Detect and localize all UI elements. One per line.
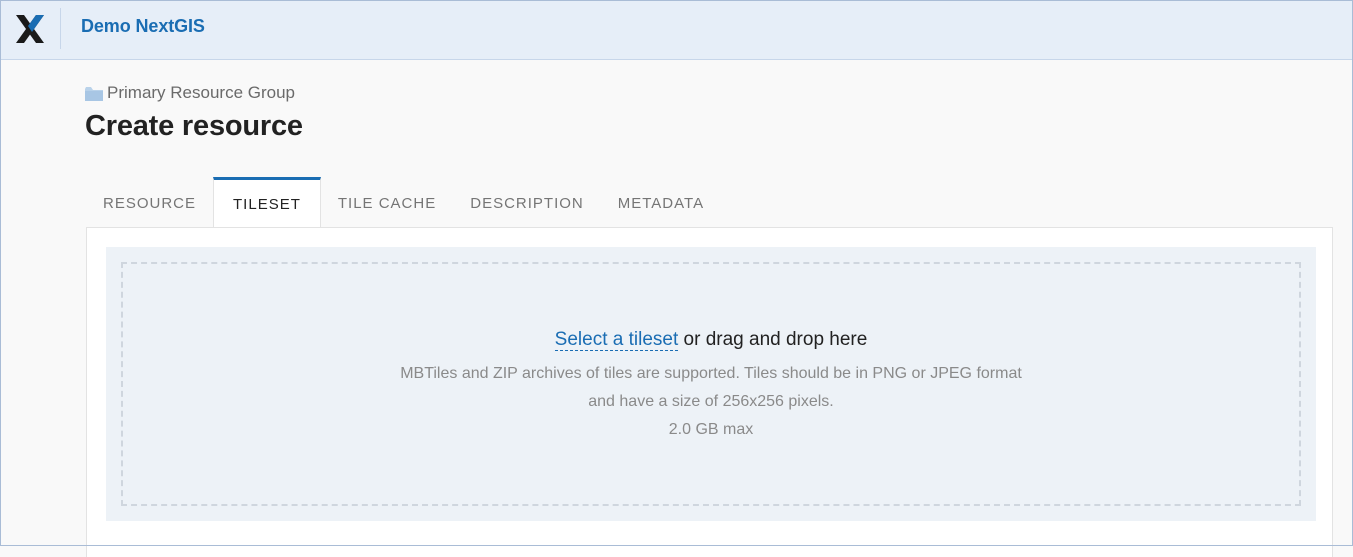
tab-tileset[interactable]: TILESET [213, 177, 321, 228]
tileset-tab-panel: Select a tileset or drag and drop here M… [86, 227, 1333, 557]
help-text-formats: MBTiles and ZIP archives of tiles are su… [400, 365, 1022, 382]
app-title-link[interactable]: Demo NextGIS [81, 16, 205, 37]
top-header: Demo NextGIS [1, 1, 1352, 60]
select-tileset-link[interactable]: Select a tileset [554, 329, 679, 351]
drop-zone-prompt: Select a tileset or drag and drop here [123, 329, 1299, 351]
tab-tile-cache[interactable]: TILE CACHE [321, 177, 453, 227]
resource-tabs: RESOURCE TILESET TILE CACHE DESCRIPTION … [86, 177, 721, 228]
breadcrumb: Primary Resource Group [85, 83, 295, 103]
nextgis-logo-icon[interactable] [15, 13, 45, 45]
header-divider [60, 8, 61, 49]
drop-zone-border: Select a tileset or drag and drop here M… [121, 262, 1301, 506]
breadcrumb-link-primary-resource-group[interactable]: Primary Resource Group [107, 83, 295, 103]
tab-resource[interactable]: RESOURCE [86, 177, 213, 227]
page-title: Create resource [85, 110, 303, 142]
tab-description[interactable]: DESCRIPTION [453, 177, 601, 227]
tab-metadata[interactable]: METADATA [601, 177, 721, 227]
max-size-text: 2.0 GB max [668, 421, 754, 438]
folder-icon [85, 86, 103, 101]
file-drop-zone[interactable]: Select a tileset or drag and drop here M… [106, 247, 1316, 521]
drag-drop-text: or drag and drop here [678, 329, 868, 350]
drop-zone-help: MBTiles and ZIP archives of tiles are su… [123, 360, 1299, 444]
help-text-size: and have a size of 256x256 pixels. [588, 393, 834, 410]
